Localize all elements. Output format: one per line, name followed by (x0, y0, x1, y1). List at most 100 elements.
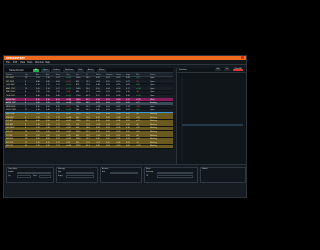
column-header[interactable]: Qty (25, 74, 28, 76)
submit-panel: Submit (200, 167, 246, 183)
tab-positions[interactable]: Positions (63, 68, 75, 72)
table-cell: 0.38 (96, 120, 100, 123)
table-cell: 5 (25, 127, 27, 130)
table-cell: 2.65 (46, 102, 50, 105)
table-cell: -0.09 (116, 127, 121, 130)
table-cell: 1.90 (36, 91, 40, 94)
table-cell: 0.03 (126, 120, 130, 123)
menu-tools[interactable]: Tools (27, 61, 32, 64)
table-cell: +0.01 (66, 120, 72, 123)
table-cell: 1.20 (46, 145, 50, 148)
table-cell: +120 (136, 95, 141, 98)
table-cell: +50 (136, 77, 140, 80)
table-row[interactable]: VXX 20C 30 1.15 1.20 1.17 +0.09 3100 62.4 0.49 0.… (5, 144, 173, 150)
table-cell: -0.11 (116, 123, 121, 126)
tab-all[interactable]: All (33, 68, 40, 72)
table-cell: 27.9 (86, 123, 90, 126)
table-cell: 15.8 (86, 116, 90, 119)
table-cell: Working (150, 123, 157, 126)
column-header[interactable]: Symbol (6, 74, 12, 76)
type-select[interactable] (66, 171, 94, 175)
menu-window[interactable]: Window (35, 61, 44, 64)
column-header[interactable]: Theta (116, 74, 121, 76)
type-label: Type (58, 172, 62, 173)
table-cell: 0.08 (126, 77, 130, 80)
table-cell: Working (150, 138, 157, 141)
qty-field[interactable] (17, 175, 31, 178)
tif-select[interactable] (157, 175, 193, 178)
close-icon[interactable] (241, 56, 244, 60)
menu-file[interactable]: File (6, 61, 10, 64)
table-cell: 40.1 (86, 98, 90, 101)
column-header[interactable]: Vol (76, 74, 79, 76)
table-cell: +0.05 (66, 77, 72, 80)
table-cell: 0.45 (36, 120, 40, 123)
acct-select[interactable] (110, 171, 138, 175)
table-cell: 0.14 (126, 105, 130, 108)
table-cell: 1.10 (46, 113, 50, 116)
symbol-field[interactable] (17, 171, 51, 175)
table-cell: 2.12 (56, 84, 60, 87)
table-cell: -12 (136, 141, 139, 144)
tab-alerts[interactable]: Alerts (85, 68, 96, 72)
table-cell: 45.3 (86, 95, 90, 98)
table-cell: 0.04 (106, 134, 110, 137)
column-header[interactable]: Chg (66, 74, 69, 76)
table-cell: -0.03 (66, 80, 71, 83)
column-header[interactable]: Ask (46, 74, 49, 76)
table-cell: Working (150, 120, 157, 123)
table-cell: +72 (136, 102, 140, 105)
column-header[interactable]: Price (56, 74, 60, 76)
tab-orders[interactable]: Orders (51, 68, 62, 72)
table-cell: Working (150, 131, 157, 134)
table-cell: XLF 36C (6, 120, 13, 123)
table-cell: -0.44 (96, 105, 101, 108)
table-cell: 760 (76, 105, 80, 108)
tab-filters[interactable]: Filters (96, 68, 107, 72)
table-cell: VXX 20C (6, 145, 14, 148)
table-cell: 0.09 (126, 84, 130, 87)
table-cell: 5.45 (56, 95, 60, 98)
add-button[interactable]: Add (215, 68, 222, 72)
edit-button[interactable]: Edit (224, 68, 231, 72)
column-header[interactable]: Bid (36, 74, 39, 76)
table-cell: 4 (25, 95, 27, 98)
table-cell: +0.10 (66, 84, 72, 87)
tab-open[interactable]: Open (40, 68, 50, 72)
expiry-select[interactable] (66, 175, 94, 178)
table-cell: 1.37 (56, 123, 60, 126)
table-cell: -0.04 (116, 120, 121, 123)
column-header[interactable]: P&L (136, 74, 139, 76)
close-all-button[interactable]: Close All (233, 68, 243, 72)
table-cell: AMZN 130C (6, 102, 16, 105)
position-panel: Position Add Edit Close All Updated 12:0… (176, 68, 246, 172)
column-header[interactable]: Status (150, 74, 155, 76)
table-cell: +35 (136, 127, 140, 130)
menu-view[interactable]: View (20, 61, 25, 64)
table-cell: 5.50 (46, 95, 50, 98)
column-header[interactable]: IV (86, 74, 88, 76)
exchange-select[interactable] (157, 171, 193, 175)
table-cell: 0.32 (56, 131, 60, 134)
column-header[interactable]: Delta (96, 74, 101, 76)
table-cell: 1100 (76, 102, 81, 105)
table-cell: 5 (25, 80, 27, 83)
menu-help[interactable]: Help (45, 61, 50, 64)
table-cell: 430 (76, 127, 80, 130)
table-cell: +135 (136, 98, 141, 101)
table-cell: 25.2 (86, 131, 90, 134)
table-cell: 23.5 (86, 113, 90, 116)
table-cell: 1.07 (56, 113, 60, 116)
price-field[interactable] (39, 175, 51, 178)
tab-risk[interactable]: Risk (76, 68, 85, 72)
table-cell: 1.92 (56, 91, 60, 94)
table-cell: +0.02 (66, 131, 72, 134)
table-cell: SLV 22C (6, 131, 13, 134)
filter-tabs: All Open Orders Positions Risk Alerts Fi… (33, 68, 107, 72)
column-header[interactable]: Vega (126, 74, 130, 76)
table-cell: 0.49 (96, 145, 100, 148)
table-cell: Working (150, 113, 157, 116)
column-header[interactable]: Gamma (106, 74, 113, 76)
table-cell: 14.6 (86, 127, 90, 130)
menu-edit[interactable]: Edit (13, 61, 17, 64)
